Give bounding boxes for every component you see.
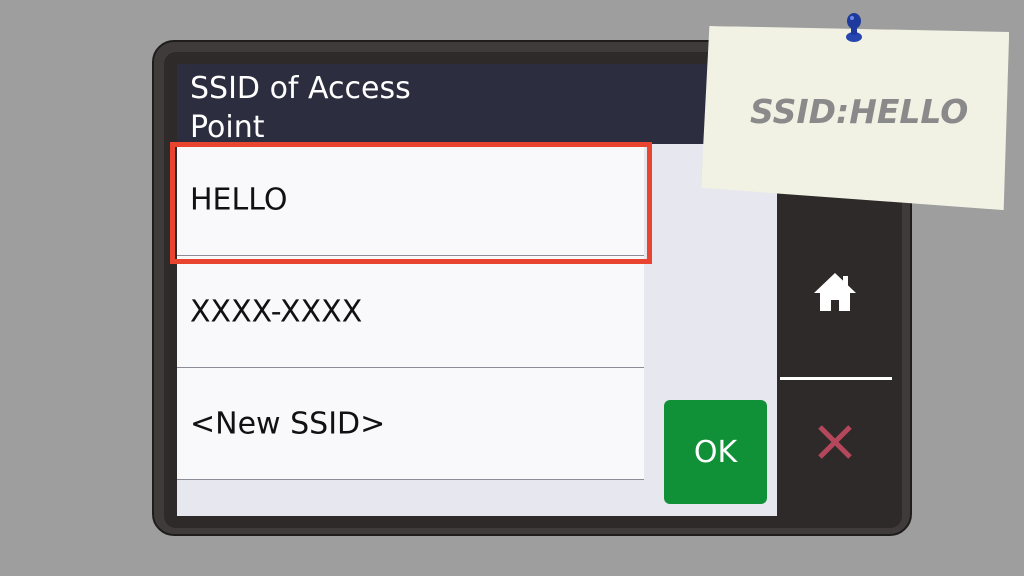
pushpin-icon (838, 12, 870, 52)
ssid-list-item-label: <New SSID> (190, 406, 386, 441)
screen-title: SSID of Access Point (190, 71, 411, 145)
home-icon (813, 270, 857, 318)
title-bar: SSID of Access Point (177, 64, 777, 145)
sticky-note-text: SSID:HELLO (750, 92, 969, 131)
ssid-list-item-label: XXXX-XXXX (190, 294, 363, 329)
side-panel-divider (780, 377, 892, 380)
close-icon (816, 423, 854, 465)
ssid-list-item-xxxx[interactable]: XXXX-XXXX (177, 256, 644, 368)
cancel-button[interactable] (777, 394, 892, 494)
lcd-screen: SSID of Access Point HELLO XXXX-XXXX <Ne… (177, 64, 777, 516)
ssid-list-item-new[interactable]: <New SSID> (177, 368, 644, 480)
home-button[interactable] (777, 244, 892, 344)
selection-highlight (170, 142, 652, 264)
ok-button[interactable]: OK (664, 400, 767, 504)
